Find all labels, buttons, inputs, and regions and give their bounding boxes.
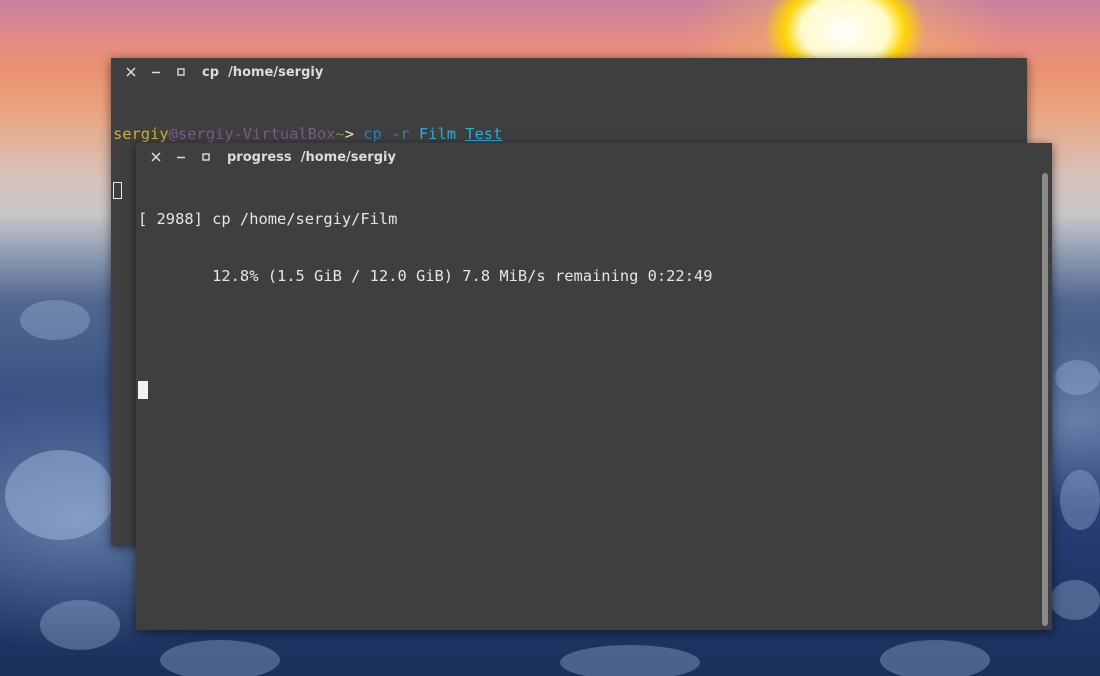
wallpaper-pebble	[5, 450, 115, 540]
window-title: progress /home/sergiy	[227, 149, 396, 165]
command-flag: -r	[391, 125, 410, 143]
maximize-icon[interactable]	[198, 149, 214, 165]
progress-line-process: [ 2988] cp /home/sergiy/Film	[138, 210, 398, 228]
wallpaper-pebble	[560, 645, 700, 676]
prompt-path: ~	[335, 125, 345, 143]
maximize-icon[interactable]	[173, 64, 189, 80]
prompt-user: sergiy	[113, 125, 169, 143]
prompt-symbol: >	[344, 125, 364, 143]
command-line: sergiy@sergiy-VirtualBox~> cp -r Film Te…	[113, 125, 1027, 144]
wallpaper-pebble	[880, 640, 990, 676]
close-icon[interactable]	[123, 64, 139, 80]
scrollbar[interactable]	[1042, 173, 1048, 626]
desktop-wallpaper: cp /home/sergiy sergiy@sergiy-VirtualBox…	[0, 0, 1100, 676]
wallpaper-pebble	[1050, 580, 1100, 620]
text-cursor	[113, 182, 122, 199]
terminal-content[interactable]: [ 2988] cp /home/sergiy/Film 12.8% (1.5 …	[136, 171, 1052, 438]
terminal-window-progress[interactable]: progress /home/sergiy [ 2988] cp /home/s…	[136, 143, 1052, 630]
titlebar[interactable]: cp /home/sergiy	[111, 58, 1027, 86]
minimize-icon[interactable]	[148, 64, 164, 80]
close-icon[interactable]	[148, 149, 164, 165]
prompt-host: sergiy-VirtualBox	[177, 125, 336, 143]
titlebar[interactable]: progress /home/sergiy	[136, 143, 1052, 171]
command-arg-source: Film	[418, 125, 456, 143]
wallpaper-pebble	[40, 600, 120, 650]
progress-line-stats: 12.8% (1.5 GiB / 12.0 GiB) 7.8 MiB/s rem…	[138, 267, 713, 285]
text-cursor	[138, 381, 148, 399]
wallpaper-pebble	[160, 640, 280, 676]
cursor-line	[138, 381, 1052, 400]
wallpaper-pebble	[20, 300, 90, 340]
prompt-at: @	[168, 125, 178, 143]
command-arg-target[interactable]: Test	[465, 125, 502, 143]
window-title: cp /home/sergiy	[202, 64, 324, 80]
minimize-icon[interactable]	[173, 149, 189, 165]
wallpaper-pebble	[1055, 360, 1100, 395]
wallpaper-pebble	[1060, 470, 1100, 530]
command-name: cp	[363, 125, 382, 143]
